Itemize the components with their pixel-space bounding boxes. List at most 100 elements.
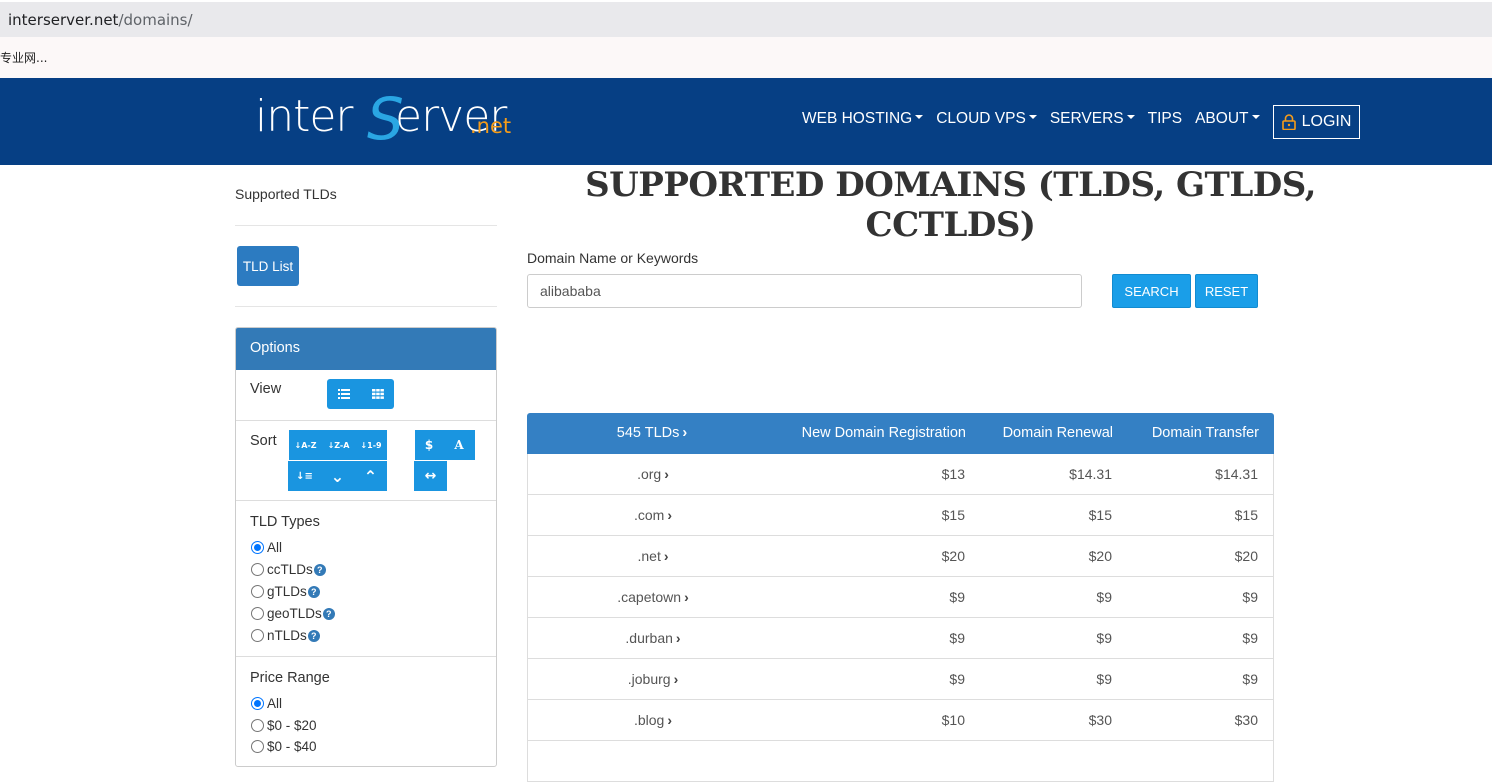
tld-link[interactable]: .org › <box>528 466 778 482</box>
price-transfer: $9 <box>1242 589 1258 605</box>
price-range-all[interactable]: All <box>251 696 282 711</box>
chevron-up-icon: ⌃ <box>363 466 378 486</box>
tld-link[interactable]: .net › <box>528 548 778 564</box>
price-renewal: $15 <box>1088 507 1112 523</box>
search-label: Domain Name or Keywords <box>527 250 699 266</box>
sort-ascending-button[interactable]: ⌃ <box>354 461 387 491</box>
price-range-0-20-label: $0 - $20 <box>267 718 317 733</box>
tld-type-all-label: All <box>267 540 283 555</box>
sort-font-button[interactable]: A <box>443 430 475 460</box>
help-icon[interactable]: ? <box>313 563 326 576</box>
table-row: .capetown › $9 $9 $9 <box>527 577 1274 618</box>
search-input[interactable]: alibababa <box>527 274 1082 308</box>
nav-tips-label: TIPS <box>1147 110 1183 127</box>
browser-url-bar[interactable]: interserver.net/domains/ <box>0 0 1492 37</box>
tld-link[interactable]: .joburg › <box>528 671 778 687</box>
radio[interactable] <box>251 563 264 576</box>
grid-view-button[interactable] <box>361 379 394 409</box>
header-transfer: Domain Transfer <box>1151 425 1259 441</box>
view-label: View <box>250 381 282 397</box>
tld-type-geotlds[interactable]: geoTLDs? <box>251 606 335 621</box>
sort-section: Sort ↓A-Z ↓Z-A ↓1-9 $ A ↓≡ ⌄ ⌃ ↔ <box>236 420 496 501</box>
nav-servers[interactable]: SERVERS <box>1050 110 1135 128</box>
tld-type-all[interactable]: All <box>251 540 282 555</box>
tld-name: .blog <box>633 712 665 728</box>
header-new-registration: New Domain Registration <box>801 425 966 441</box>
price-transfer: $20 <box>1234 548 1258 564</box>
options-panel: Options View Sort ↓A-Z ↓Z-A ↓1-9 $ A ↓≡ … <box>235 327 497 767</box>
sort-alpha-asc-button[interactable]: ↓A-Z <box>289 430 322 460</box>
radio[interactable] <box>251 740 264 753</box>
chevron-right-icon: › <box>684 589 689 605</box>
table-body: .org › $13 $14.31 $14.31 .com › $15 $15 $15 .net › $… <box>527 454 1274 782</box>
help-icon[interactable]: ? <box>307 585 320 598</box>
price-transfer: $9 <box>1242 671 1258 687</box>
caret-down-icon <box>1126 115 1135 120</box>
url-text[interactable]: interserver.net/domains/ <box>8 11 193 29</box>
bookmark-bar: 专业网... <box>0 37 1492 78</box>
price-renewal: $20 <box>1088 548 1112 564</box>
bookmark-item[interactable]: 专业网... <box>0 49 47 66</box>
caret-down-icon <box>1028 115 1037 120</box>
tld-link[interactable]: .blog › <box>528 712 778 728</box>
chevron-right-icon: › <box>663 548 669 564</box>
nav-tips[interactable]: TIPS <box>1148 110 1182 128</box>
tld-name: .com <box>633 507 665 523</box>
tld-type-cctlds[interactable]: ccTLDs? <box>251 562 326 577</box>
price-transfer: $30 <box>1234 712 1258 728</box>
tld-list-button[interactable]: TLD List <box>237 246 299 286</box>
radio-selected[interactable] <box>251 541 264 554</box>
price-range-0-20[interactable]: $0 - $20 <box>251 718 317 733</box>
main-nav: WEB HOSTING CLOUD VPS SERVERS TIPS ABOUT <box>802 110 1273 128</box>
price-renewal: $9 <box>1096 630 1112 646</box>
tld-link[interactable]: .com › <box>528 507 778 523</box>
table-header: 545 TLDs › New Domain Registration Domain… <box>527 413 1274 454</box>
sort-descending-button[interactable]: ⌄ <box>321 461 354 491</box>
sort-length-button[interactable]: ↓≡ <box>288 461 321 491</box>
price-new: $15 <box>941 507 965 523</box>
tld-link[interactable]: .durban › <box>528 630 778 646</box>
price-range-label: Price Range <box>250 670 330 686</box>
radio[interactable] <box>251 585 264 598</box>
list-view-button[interactable] <box>327 379 361 409</box>
radio[interactable] <box>251 607 264 620</box>
sort-alpha-desc-button[interactable]: ↓Z-A <box>322 430 355 460</box>
chevron-right-icon: › <box>675 630 681 646</box>
chevron-down-icon: ⌄ <box>330 466 345 486</box>
divider <box>235 306 497 307</box>
sort-toggle-button[interactable]: ↔ <box>414 461 447 491</box>
view-section: View <box>236 370 496 421</box>
dollar-icon: $ <box>424 438 434 452</box>
nav-web-hosting[interactable]: WEB HOSTING <box>802 110 924 128</box>
chevron-right-icon: › <box>673 671 679 687</box>
price-renewal: $9 <box>1096 589 1112 605</box>
radio[interactable] <box>251 629 264 642</box>
sidebar-title: Supported TLDs <box>235 186 337 202</box>
tld-type-ntlds[interactable]: nTLDs? <box>251 628 320 643</box>
caret-down-icon <box>915 115 924 120</box>
sort-numeric-icon: ↓1-9 <box>360 440 382 450</box>
search-button[interactable]: SEARCH <box>1112 274 1191 308</box>
help-icon[interactable]: ? <box>307 629 320 642</box>
price-renewal: $9 <box>1096 671 1112 687</box>
chevron-right-icon: › <box>664 466 669 482</box>
tld-link[interactable]: .capetown › <box>528 589 778 605</box>
radio[interactable] <box>251 719 264 732</box>
tld-type-gtlds[interactable]: gTLDs? <box>251 584 320 599</box>
sort-price-button[interactable]: $ <box>415 430 443 460</box>
login-button[interactable]: LOGIN <box>1273 105 1360 139</box>
price-renewal: $14.31 <box>1069 466 1112 482</box>
reset-button[interactable]: RESET <box>1195 274 1258 308</box>
sort-label: Sort <box>250 433 277 449</box>
font-icon: A <box>454 438 464 452</box>
help-icon[interactable]: ? <box>322 607 335 620</box>
header-tld-count[interactable]: 545 TLDs › <box>527 425 777 441</box>
search-input-value: alibababa <box>540 283 601 299</box>
price-transfer: $14.31 <box>1215 466 1258 482</box>
nav-about[interactable]: ABOUT <box>1195 110 1260 128</box>
sort-numeric-button[interactable]: ↓1-9 <box>355 430 387 460</box>
nav-cloud-vps-label: CLOUD VPS <box>936 110 1026 127</box>
nav-cloud-vps[interactable]: CLOUD VPS <box>936 110 1037 128</box>
header-tld-count-label: 545 TLDs <box>616 425 680 441</box>
radio-selected[interactable] <box>251 697 264 710</box>
